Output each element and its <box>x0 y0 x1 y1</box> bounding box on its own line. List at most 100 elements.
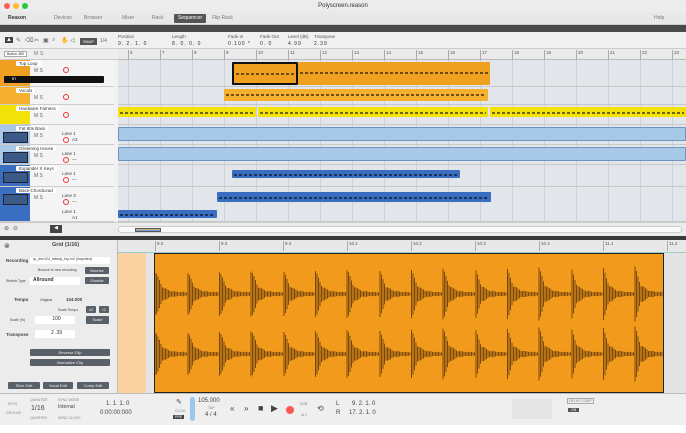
song-position-bars[interactable]: 1. 1. 1. 0 <box>106 401 129 407</box>
record-enable-button[interactable] <box>63 112 69 118</box>
mute-solo-buttons[interactable]: M S <box>34 133 43 139</box>
record-enable-button[interactable] <box>63 199 69 205</box>
stretch-type-select[interactable]: Allround <box>30 277 80 285</box>
fast-forward-button[interactable]: » <box>244 404 248 413</box>
clip[interactable] <box>118 107 256 117</box>
navigator-handle[interactable] <box>135 228 161 232</box>
normalize-clip-button[interactable]: Normalize Clip <box>30 359 110 366</box>
track-header[interactable]: Expander X Keys M S Lane 1— <box>0 165 114 187</box>
transpose-input[interactable]: 2 .39 <box>35 330 75 338</box>
slice-edit-button[interactable]: Slice Edit <box>8 382 40 389</box>
record-enable-button[interactable] <box>63 137 69 143</box>
eraser-tool-icon[interactable]: ⌫ <box>25 37 33 44</box>
track-name[interactable]: Fat 80s Bass <box>16 126 49 131</box>
disable-button[interactable]: Disable <box>85 277 109 284</box>
playhead-follow-button[interactable]: ◀ <box>50 225 62 233</box>
loop-icon[interactable]: ⟲ <box>317 404 324 413</box>
vocal-edit-button[interactable]: Vocal Edit <box>43 382 73 389</box>
mute-solo-buttons[interactable]: M S <box>34 95 43 101</box>
clip[interactable] <box>232 62 298 85</box>
help-menu[interactable]: Help <box>650 14 668 23</box>
arrangement-area[interactable] <box>118 60 686 222</box>
scale-button[interactable]: Scale <box>86 316 109 324</box>
stop-button[interactable]: ■ <box>258 403 263 413</box>
bounce-button[interactable]: Bounce <box>85 267 109 274</box>
track-header[interactable]: Top Loop M S In <box>0 60 114 87</box>
clip[interactable] <box>232 170 460 178</box>
reverse-clip-button[interactable]: Reverse Clip <box>30 349 110 356</box>
record-enable-button[interactable] <box>63 177 69 183</box>
mute-solo-buttons[interactable]: M S <box>34 113 43 119</box>
length-field[interactable]: Length 8. 0. 0. 0 <box>172 34 201 47</box>
song-position-time[interactable]: 0:00:00:000 <box>100 410 132 416</box>
razor-tool-icon[interactable]: ✂ <box>34 37 39 44</box>
audio-input-select[interactable]: In <box>4 76 104 83</box>
navigator-scrollbar[interactable] <box>118 226 682 233</box>
clip[interactable] <box>217 192 491 202</box>
level-field[interactable]: Level (dB) 4.99 <box>288 34 309 47</box>
tab-browser[interactable]: Browser <box>80 14 106 23</box>
clip[interactable] <box>118 127 686 141</box>
fade-in-field[interactable]: Fade In 0.100 * <box>228 34 251 47</box>
clip[interactable] <box>118 147 686 161</box>
editor-ruler[interactable]: 9.2 9.3 9.4 10.1 10.2 10.3 10.4 11.1 11.2 <box>118 240 686 253</box>
record-button[interactable] <box>286 406 294 414</box>
tab-devices[interactable]: Devices <box>50 14 76 23</box>
track-name[interactable]: Glistening House <box>16 146 57 151</box>
record-enable-button[interactable] <box>63 157 69 163</box>
magnify-tool-icon[interactable]: ⌕ <box>52 37 55 44</box>
mute-solo-buttons[interactable]: M S <box>34 173 43 179</box>
quantize-select[interactable]: 1/16 <box>31 405 45 412</box>
audio-clip[interactable] <box>154 253 664 393</box>
metronome-icon[interactable]: ✎ <box>176 398 182 406</box>
zoom-in-icon[interactable]: ⊕ <box>4 225 9 232</box>
hand-tool-icon[interactable]: ✋ <box>61 37 68 44</box>
mute-all[interactable]: M <box>34 51 38 57</box>
left-locator[interactable]: 9. 2. 1. 0 <box>352 401 375 407</box>
groove-label[interactable]: GROOVE <box>6 411 21 415</box>
close-editor-icon[interactable]: ⊗ <box>4 242 10 250</box>
alt-button[interactable]: ALT <box>301 413 307 417</box>
track-name[interactable]: Bass-ChordLead <box>16 188 56 193</box>
tab-flip-rack[interactable]: Flip Rack <box>208 14 237 23</box>
tap-button[interactable]: TAP <box>208 406 215 410</box>
delay-comp-on-button[interactable]: ON <box>568 408 580 412</box>
mute-tool-icon[interactable]: ▣ <box>43 37 49 44</box>
track-name[interactable]: Top Loop <box>16 61 41 66</box>
audio-editor[interactable]: 9.2 9.3 9.4 10.1 10.2 10.3 10.4 11.1 11.2 <box>118 240 686 393</box>
track-header-button[interactable]: Button 480 <box>4 51 27 57</box>
select-tool-icon[interactable]: ▲ <box>5 37 13 43</box>
solo-all[interactable]: S <box>40 51 43 57</box>
clip[interactable] <box>118 210 217 218</box>
pre-button[interactable]: PRE <box>173 415 185 419</box>
fade-out-field[interactable]: Fade Out 0. 0 <box>260 34 279 47</box>
right-locator[interactable]: 17. 2. 1. 0 <box>349 410 376 416</box>
mute-solo-buttons[interactable]: M S <box>34 68 43 74</box>
mute-solo-buttons[interactable]: M S <box>34 153 43 159</box>
close-window-button[interactable] <box>4 3 10 9</box>
play-button[interactable]: ▶ <box>271 403 278 414</box>
tempo-x2-button[interactable]: x2 <box>86 306 96 313</box>
arrangement-ruler[interactable]: 6 7 8 9 10 11 12 13 14 15 16 17 18 19 20 21 22 23 <box>118 49 686 60</box>
position-field[interactable]: Position 9. 2. 1. 0 <box>118 34 147 47</box>
track-name[interactable]: Expander X Keys <box>16 166 57 171</box>
speaker-tool-icon[interactable]: ◁ <box>70 37 75 44</box>
click-label[interactable]: CLICK <box>175 409 185 413</box>
dub-button[interactable]: DUB <box>300 402 307 406</box>
track-name[interactable]: Hardware Fatness <box>16 106 59 111</box>
track-header[interactable]: Vocals M S <box>0 87 114 105</box>
send-clock[interactable]: SEND CLOCK <box>58 416 81 420</box>
record-enable-button[interactable] <box>63 67 69 73</box>
comp-edit-button[interactable]: Comp Edit <box>77 382 109 389</box>
clip[interactable] <box>224 89 488 101</box>
minimize-window-button[interactable] <box>13 3 19 9</box>
snap-button[interactable]: SNAP <box>80 38 97 45</box>
sync-mode-select[interactable]: Internal <box>58 404 75 410</box>
clip[interactable] <box>298 62 490 85</box>
tempo-display[interactable]: 105.000 <box>198 398 220 404</box>
grid-select[interactable]: Grid (1/16) <box>52 242 79 248</box>
track-header[interactable]: Fat 80s Bass M S Lane 1 A3 <box>0 125 114 145</box>
clip[interactable] <box>258 107 488 117</box>
rewind-button[interactable]: « <box>230 404 234 413</box>
tab-mixer[interactable]: Mixer <box>118 14 138 23</box>
